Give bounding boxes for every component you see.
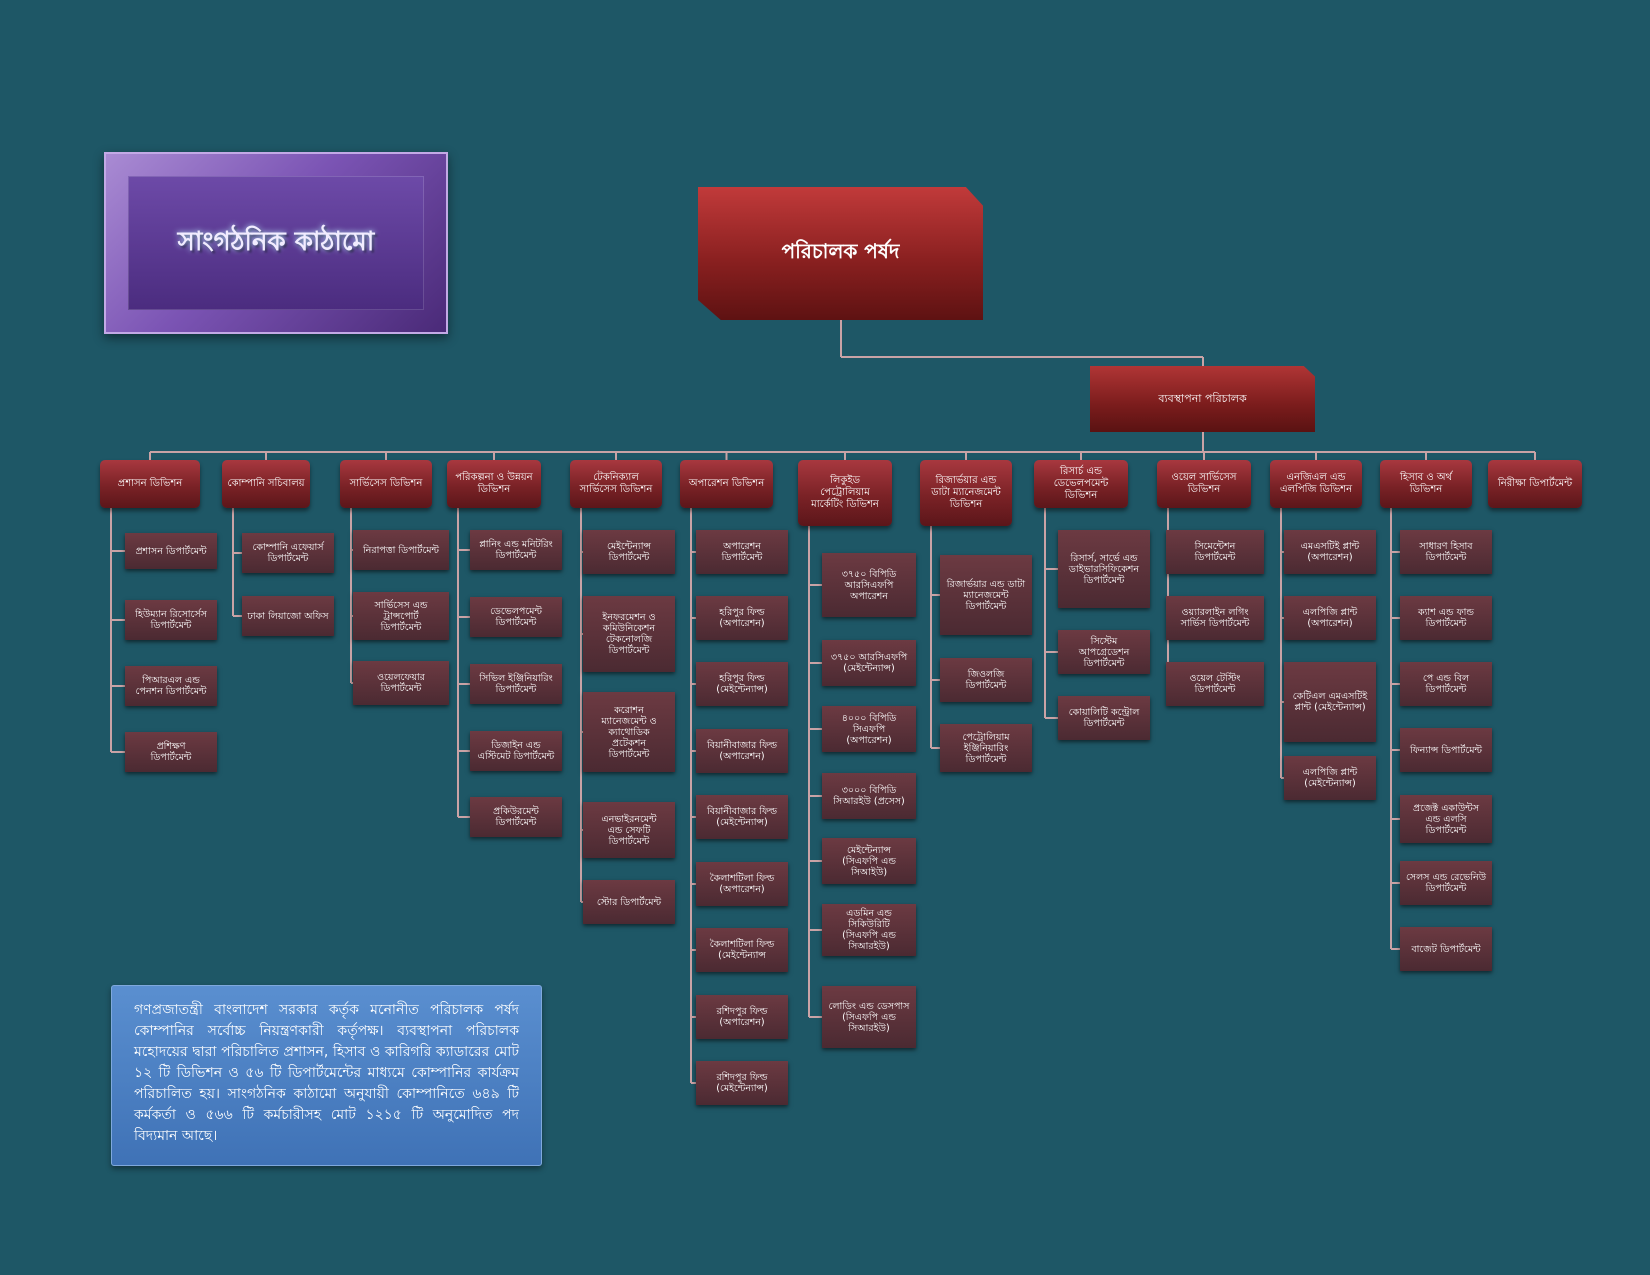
division-box: নিরীক্ষা ডিপার্টমেন্ট	[1488, 460, 1582, 508]
department-box: ইনফরমেশন ও কমিউনিকেশন টেকনোলজি ডিপার্টমে…	[583, 596, 675, 672]
department-box: এলপিজি প্লান্ট (মেইন্টেন্যান্স)	[1284, 756, 1376, 800]
division-box: লিকুইড পেট্রোলিয়াম মার্কেটিং ডিভিশন	[798, 460, 892, 526]
department-box: ওয়েল টেস্টিং ডিপার্টমেন্ট	[1166, 662, 1264, 706]
department-box: কোম্পানি এফেয়ার্স ডিপার্টমেন্ট	[242, 533, 334, 573]
department-box: পিআরএল এন্ড পেনশন ডিপার্টমেন্ট	[125, 666, 217, 706]
department-box: প্লানিং এন্ড মনিটরিং ডিপার্টমেন্ট	[470, 530, 562, 570]
department-box: কৈলাশটিলা ফিল্ড (অপারেশন)	[696, 862, 788, 906]
department-box: পে এন্ড বিল ডিপার্টমেন্ট	[1400, 662, 1492, 706]
department-box: কৈলাশটিলা ফিল্ড (মেইন্টেন্যান্স	[696, 928, 788, 972]
department-box: সিভিল ইঞ্জিনিয়ারিং ডিপার্টমেন্ট	[470, 664, 562, 704]
title-plaque: সাংগঠনিক কাঠামো	[104, 152, 448, 334]
division-box: প্রশাসন ডিভিশন	[100, 460, 200, 508]
department-box: ওয়েলফেয়ার ডিপার্টমেন্ট	[353, 661, 449, 705]
division-box: কোম্পানি সচিবালয়	[222, 460, 310, 508]
department-box: সার্ভিসেস এন্ড ট্রান্সপোর্ট ডিপার্টমেন্ট	[353, 592, 449, 640]
department-box: মেইন্টেন্যান্স ডিপার্টমেন্ট	[583, 530, 675, 574]
department-box: লোডিং এন্ড ডেসপাস (সিএফপি এন্ড সিআরইউ)	[822, 986, 916, 1048]
department-box: মেইন্টেন্যান্স (সিএফপি এন্ড সিআইউ)	[822, 838, 916, 884]
department-box: জিওলজি ডিপার্টমেন্ট	[940, 658, 1032, 702]
department-box: ডেভেলপমেন্ট ডিপার্টমেন্ট	[470, 597, 562, 637]
info-panel: গণপ্রজাতন্ত্রী বাংলাদেশ সরকার কর্তৃক মনো…	[111, 985, 542, 1166]
division-box: হিসাব ও অর্থ ডিভিশন	[1380, 460, 1472, 508]
department-box: সাধারণ হিসাব ডিপার্টমেন্ট	[1400, 530, 1492, 574]
department-box: ডিজাইন এন্ড এস্টিমেট ডিপার্টমেন্ট	[470, 731, 562, 771]
division-box: সার্ভিসেস ডিভিশন	[340, 460, 432, 508]
department-box: সেলস এন্ড রেভেনিউ ডিপার্টমেন্ট	[1400, 861, 1492, 905]
department-box: বাজেট ডিপার্টমেন্ট	[1400, 927, 1492, 971]
division-box: টেকনিক্যাল সার্ভিসেস ডিভিশন	[570, 460, 662, 508]
division-box: রিসার্চ এন্ড ডেভেলপমেন্ট ডিভিশন	[1034, 460, 1128, 508]
department-box: করোশন ম্যানেজমেন্ট ও ক্যাথোডিক প্রটেকশন …	[583, 692, 675, 772]
department-box: হিউম্যান রিসোর্সেস ডিপার্টমেন্ট	[125, 600, 217, 640]
department-box: রিজার্ভয়ার এন্ড ডাটা ম্যানেজমেন্ট ডিপার…	[940, 555, 1032, 635]
info-text: গণপ্রজাতন্ত্রী বাংলাদেশ সরকার কর্তৃক মনো…	[134, 1002, 519, 1144]
department-box: বিয়ানীবাজার ফিল্ড (মেইন্টেন্যান্স)	[696, 795, 788, 839]
department-box: স্টোর ডিপার্টমেন্ট	[583, 880, 675, 924]
department-box: রশিদপুর ফিল্ড (অপারেশন)	[696, 995, 788, 1039]
division-box: রিজার্ভয়ার এন্ড ডাটা ম্যানেজমেন্ট ডিভিশ…	[920, 460, 1012, 526]
chart-title: সাংগঠনিক কাঠামো	[177, 227, 375, 257]
department-box: ৪০০০ বিপিডি সিএফপি (অপারেশন)	[822, 706, 916, 752]
department-box: ঢাকা লিয়াজো অফিস	[242, 596, 334, 636]
department-box: ৩০০০ বিপিডি সিআরইউ (প্রসেস)	[822, 773, 916, 819]
department-box: প্রশাসন ডিপার্টমেন্ট	[125, 533, 217, 569]
department-box: এলপিজি প্লান্ট (অপারেশন)	[1284, 596, 1376, 640]
department-box: পেট্রোলিয়াম ইঞ্জিনিয়ারিং ডিপার্টমেন্ট	[940, 724, 1032, 772]
department-box: ৩৭৫০ আরসিএফপি (মেইন্টেন্যান্স)	[822, 640, 916, 686]
division-box: ওয়েল সার্ভিসেস ডিভিশন	[1157, 460, 1251, 508]
department-box: প্রকিউরমেন্ট ডিপার্টমেন্ট	[470, 797, 562, 837]
department-box: অপারেশন ডিপার্টমেন্ট	[696, 530, 788, 574]
department-box: এনভাইরনমেন্ট এন্ড সেফটি ডিপার্টমেন্ট	[583, 802, 675, 858]
department-box: এমএসটিই প্লান্ট (অপারেশন)	[1284, 530, 1376, 574]
department-box: ৩৭৫০ বিপিডি আরসিএফপি অপারেশন	[822, 553, 916, 617]
department-box: সিমেন্টেশন ডিপার্টমেন্ট	[1166, 530, 1264, 574]
division-box: এনজিএল এন্ড এলপিজি ডিভিশন	[1270, 460, 1362, 508]
department-box: ওয়্যারলাইন লগিং সার্ভিস ডিপার্টমেন্ট	[1166, 596, 1264, 640]
division-box: অপারেশন ডিভিশন	[680, 460, 773, 508]
department-box: প্রজেক্ট একাউন্টস এন্ড এলসি ডিপার্টমেন্ট	[1400, 795, 1492, 843]
department-box: নিরাপত্তা ডিপার্টমেন্ট	[353, 530, 449, 570]
department-box: কেটিএল এমএসটিই প্লান্ট (মেইন্টেন্যান্স)	[1284, 662, 1376, 742]
org-chart: সাংগঠনিক কাঠামো পরিচালক পর্ষদ ব্যবস্থাপন…	[0, 0, 1650, 1275]
division-box: পরিকল্পনা ও উন্নয়ন ডিভিশন	[447, 460, 541, 508]
department-box: হরিপুর ফিল্ড (অপারেশন)	[696, 596, 788, 640]
department-box: প্রশিক্ষণ ডিপার্টমেন্ট	[125, 732, 217, 772]
department-box: রিসার্স, সার্ভে এন্ড ডাইভারসিফিকেশন ডিপা…	[1058, 530, 1150, 608]
department-box: ক্যাশ এন্ড ফান্ড ডিপার্টমেন্ট	[1400, 596, 1492, 640]
department-box: সিস্টেম আপগ্রেডেশন ডিপার্টমেন্ট	[1058, 630, 1150, 674]
department-box: কোয়ালিটি কন্ট্রোল ডিপার্টমেন্ট	[1058, 696, 1150, 740]
department-box: রশিদপুর ফিল্ড (মেইন্টেন্যান্স)	[696, 1061, 788, 1105]
board-of-directors-box: পরিচালক পর্ষদ	[698, 187, 983, 320]
department-box: বিয়ানীবাজার ফিল্ড (অপারেশন)	[696, 729, 788, 773]
department-box: এডমিন এন্ড সিকিউরিটি (সিএফপি এন্ড সিআরইউ…	[822, 904, 916, 956]
department-box: হরিপুর ফিল্ড (মেইন্টেন্যান্স)	[696, 662, 788, 706]
title-plaque-inner: সাংগঠনিক কাঠামো	[128, 176, 424, 310]
managing-director-box: ব্যবস্থাপনা পরিচালক	[1090, 366, 1315, 432]
department-box: ফিন্যান্স ডিপার্টমেন্ট	[1400, 728, 1492, 772]
